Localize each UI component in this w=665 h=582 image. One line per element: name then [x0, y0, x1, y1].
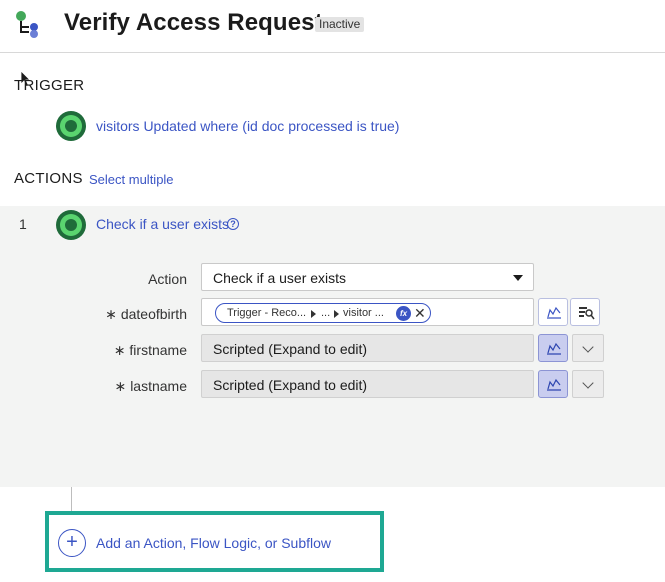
- pill-arrow-icon: [311, 310, 316, 318]
- script-toggle-button[interactable]: [538, 298, 568, 326]
- dateofbirth-label: ∗ dateofbirth: [105, 306, 187, 322]
- script-icon: [547, 378, 561, 391]
- help-icon[interactable]: ?: [227, 218, 239, 230]
- select-multiple-link[interactable]: Select multiple: [89, 172, 174, 187]
- chevron-down-icon: [582, 377, 594, 389]
- action-title-link[interactable]: Check if a user exists: [96, 216, 229, 232]
- chevron-down-icon: [582, 341, 594, 353]
- action-select-value: Check if a user exists: [213, 270, 347, 286]
- status-badge: Inactive: [315, 17, 365, 32]
- pill-arrow-icon: [334, 310, 339, 318]
- action-icon: [56, 210, 86, 240]
- firstname-script-button[interactable]: [538, 334, 568, 362]
- data-picker-icon: [579, 307, 595, 320]
- trigger-description-link[interactable]: visitors Updated where (id doc processed…: [96, 118, 399, 134]
- lastname-script-button[interactable]: [538, 370, 568, 398]
- plus-icon[interactable]: +: [58, 529, 86, 557]
- fx-icon[interactable]: fx: [396, 306, 411, 321]
- action-field-label: Action: [148, 271, 187, 287]
- lastname-label: ∗ lastname: [114, 378, 187, 394]
- remove-pill-icon[interactable]: ✕: [414, 305, 426, 321]
- action-select[interactable]: Check if a user exists: [201, 263, 534, 291]
- lastname-expand-button[interactable]: [572, 370, 604, 398]
- dateofbirth-field[interactable]: Trigger - Reco... ... visitor ... fx ✕: [201, 298, 534, 326]
- actions-section-label: ACTIONS: [14, 170, 83, 187]
- data-pill[interactable]: Trigger - Reco... ... visitor ... fx ✕: [215, 303, 431, 323]
- flow-connector-line: [71, 487, 72, 514]
- add-action-link[interactable]: Add an Action, Flow Logic, or Subflow: [96, 535, 331, 551]
- firstname-label: ∗ firstname: [113, 342, 187, 358]
- lastname-field[interactable]: Scripted (Expand to edit): [201, 370, 534, 398]
- firstname-field[interactable]: Scripted (Expand to edit): [201, 334, 534, 362]
- trigger-section-label: TRIGGER: [14, 77, 85, 94]
- trigger-icon: [56, 111, 86, 141]
- page-title: Verify Access Request: [64, 9, 323, 36]
- data-picker-button[interactable]: [570, 298, 600, 326]
- flow-logo-icon: [16, 11, 38, 38]
- firstname-expand-button[interactable]: [572, 334, 604, 362]
- caret-down-icon: [513, 275, 523, 281]
- script-icon: [547, 306, 561, 319]
- action-number: 1: [19, 216, 27, 232]
- script-icon: [547, 342, 561, 355]
